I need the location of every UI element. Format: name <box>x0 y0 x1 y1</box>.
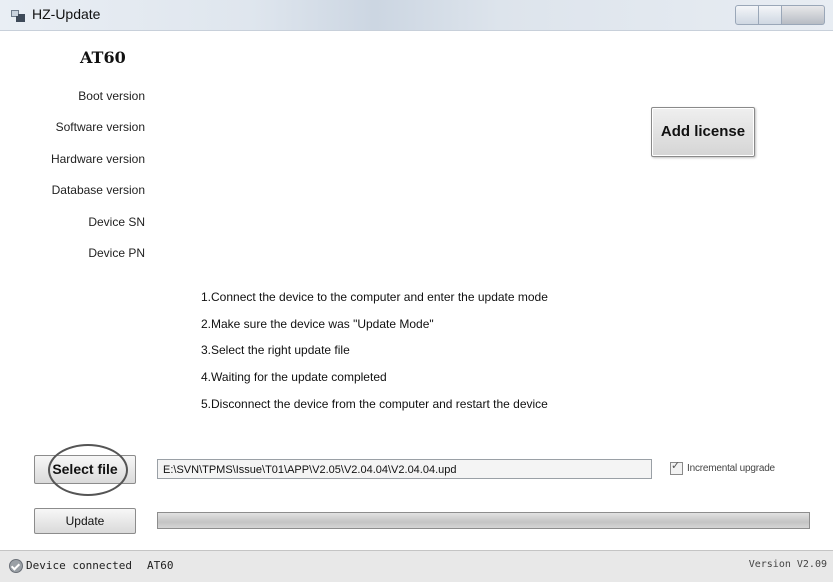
connection-status: Device connected <box>26 559 132 572</box>
update-progress-bar <box>157 512 810 529</box>
window-controls <box>735 5 825 25</box>
close-button[interactable] <box>782 5 825 25</box>
title-divider <box>0 30 833 31</box>
update-button[interactable]: Update <box>34 508 136 534</box>
status-device-name: AT60 <box>147 559 174 572</box>
software-version-label: Software version <box>55 120 145 134</box>
window-title: HZ-Update <box>32 6 101 22</box>
progress-fill <box>158 513 809 528</box>
device-pn-label: Device PN <box>88 246 145 260</box>
checkmark-icon: ✓ <box>671 460 681 472</box>
file-path-field[interactable]: E:\SVN\TPMS\Issue\T01\APP\V2.05\V2.04.04… <box>157 459 652 479</box>
app-icon <box>11 10 25 22</box>
incremental-upgrade-checkbox[interactable]: ✓ <box>670 460 683 475</box>
device-sn-label: Device SN <box>88 215 145 229</box>
app-version: Version V2.09 <box>748 559 827 570</box>
hardware-version-label: Hardware version <box>50 152 145 166</box>
device-name: AT60 <box>80 48 126 67</box>
instruction-step-4: 4.Waiting for the update completed <box>201 370 387 384</box>
add-license-button[interactable]: Add license <box>651 107 755 157</box>
title-bar: HZ-Update <box>0 0 833 31</box>
instruction-step-5: 5.Disconnect the device from the compute… <box>201 397 548 411</box>
connected-check-icon <box>9 559 23 573</box>
minimize-button[interactable] <box>735 5 759 25</box>
incremental-upgrade-option[interactable]: ✓ Incremental upgrade <box>670 460 775 475</box>
instruction-step-2: 2.Make sure the device was "Update Mode" <box>201 317 434 331</box>
incremental-upgrade-label: Incremental upgrade <box>687 463 775 474</box>
database-version-label: Database version <box>51 183 145 197</box>
select-file-button[interactable]: Select file <box>34 455 136 484</box>
instruction-step-3: 3.Select the right update file <box>201 343 350 357</box>
boot-version-label: Boot version <box>78 89 145 103</box>
status-bar: Device connected AT60 Version V2.09 <box>0 550 833 582</box>
maximize-button[interactable] <box>759 5 782 25</box>
instruction-step-1: 1.Connect the device to the computer and… <box>201 290 548 304</box>
